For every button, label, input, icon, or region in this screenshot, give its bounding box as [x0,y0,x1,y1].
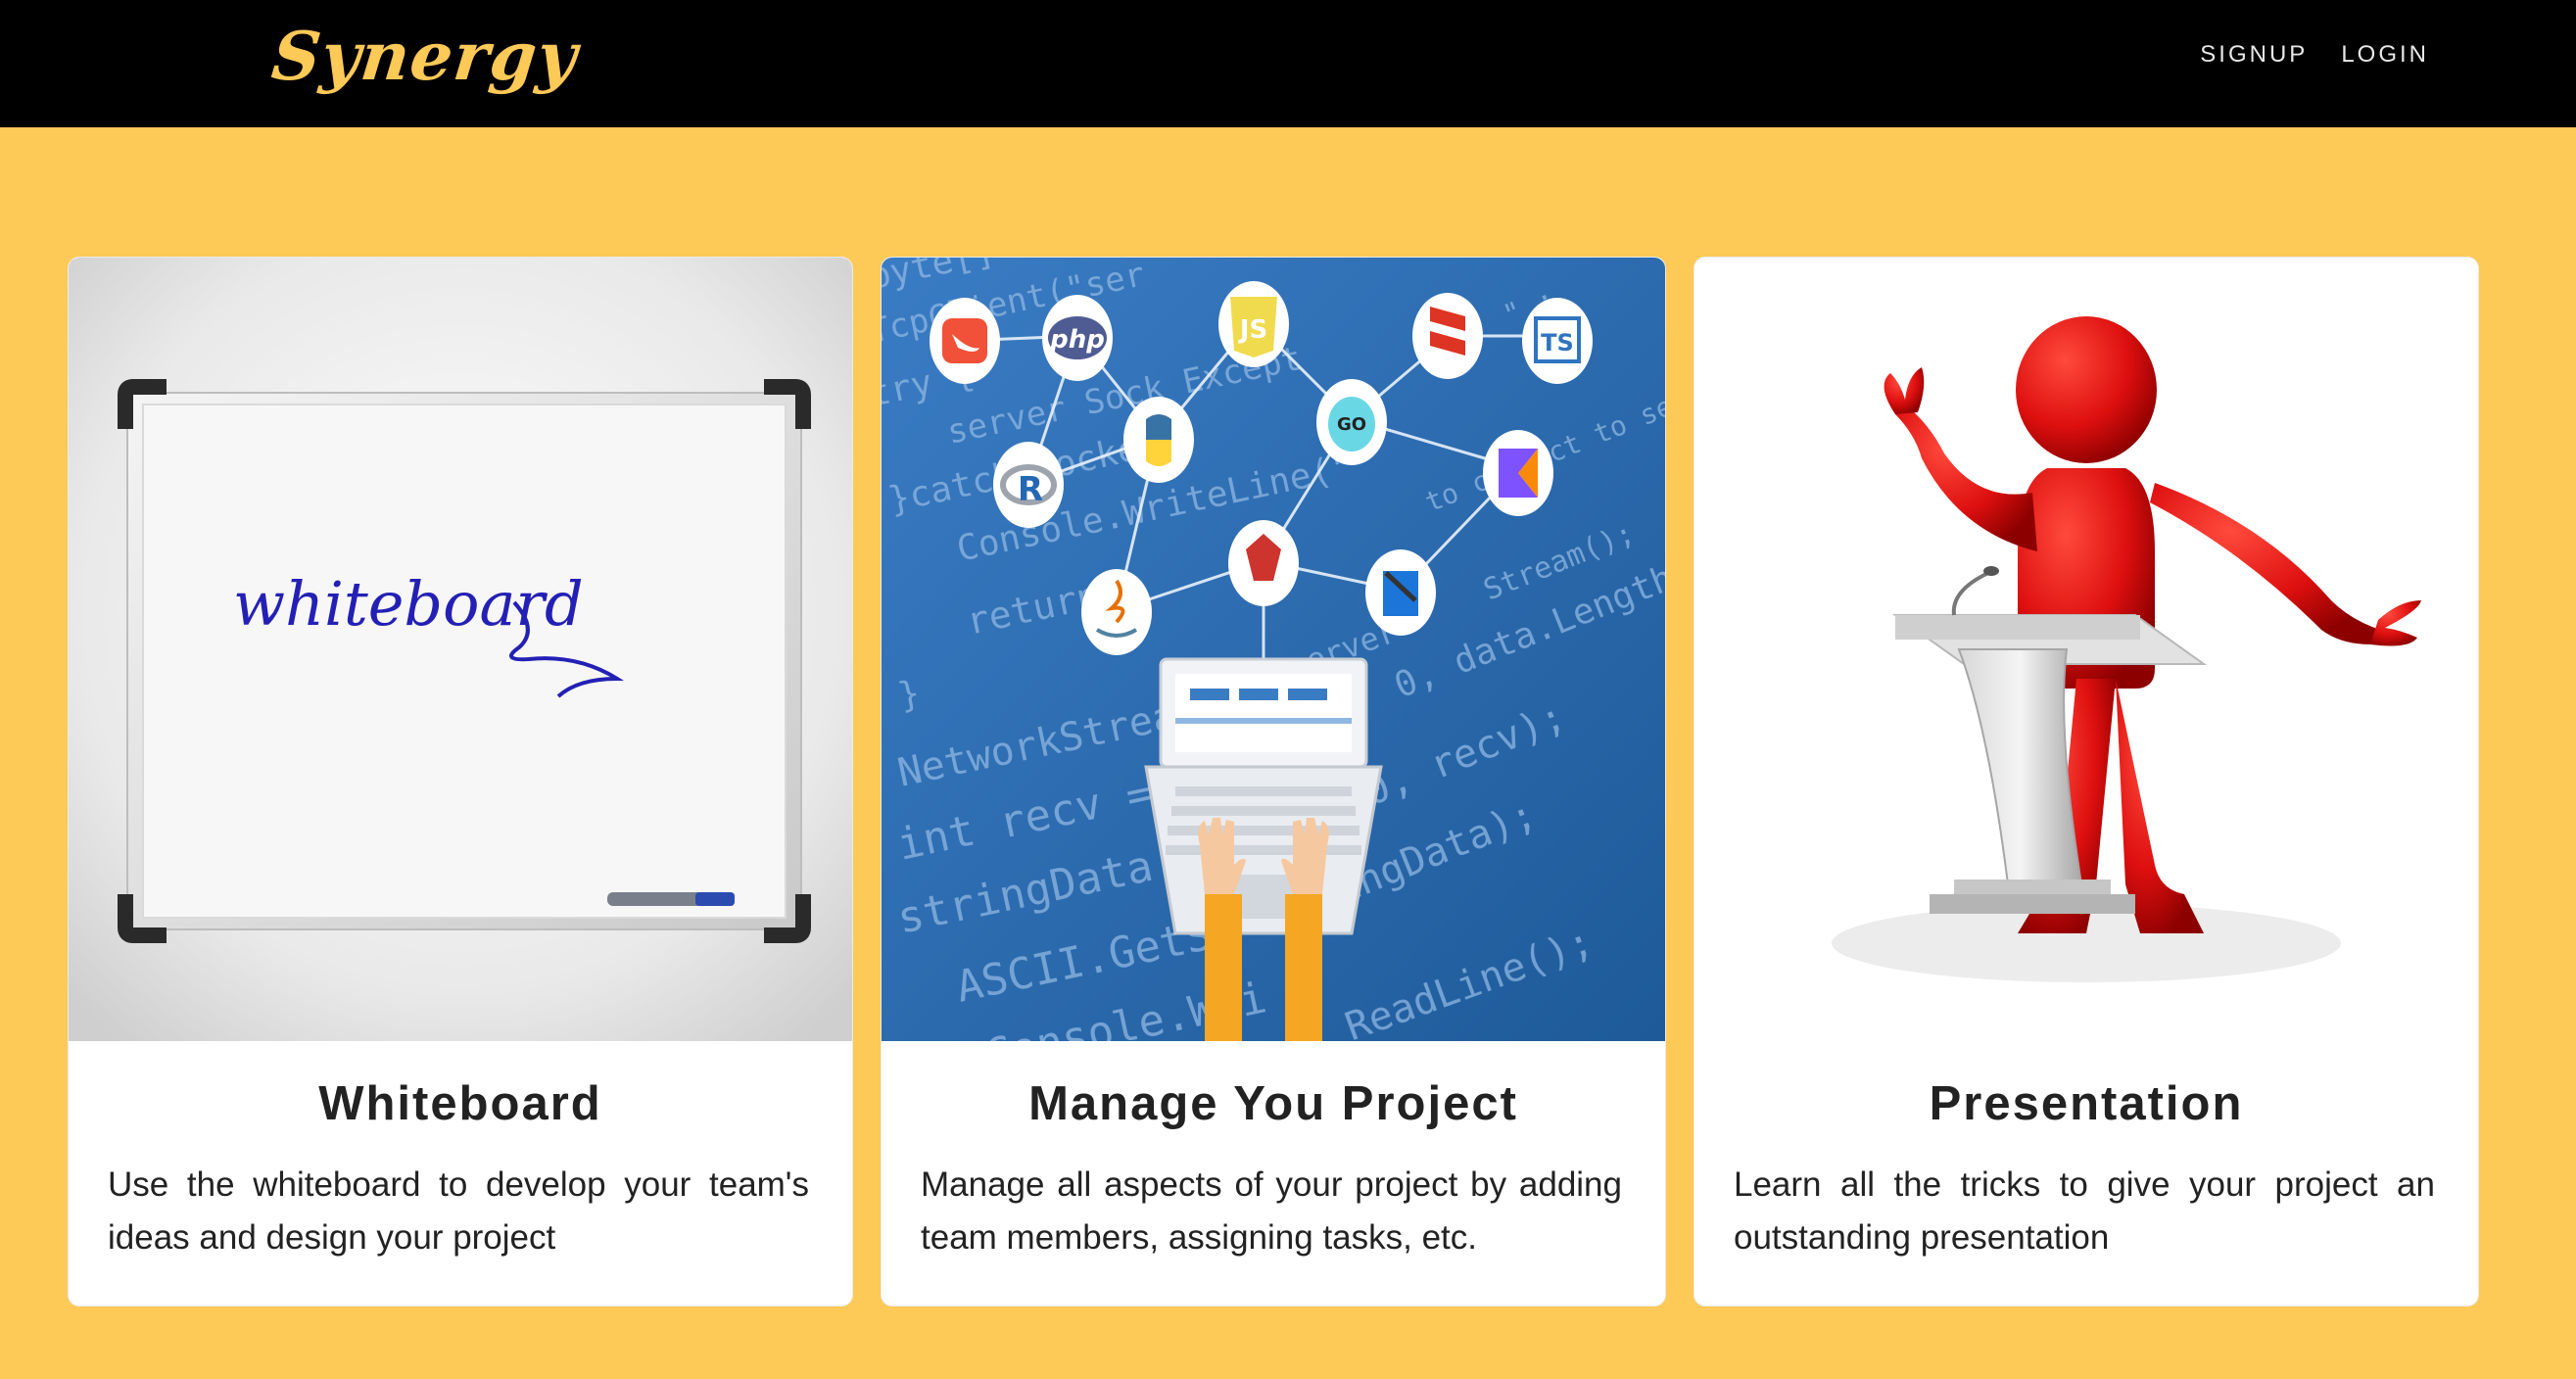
svg-text:TS: TS [1541,329,1574,357]
brand-logo[interactable]: Synergy [268,18,582,96]
presentation-image [1694,258,2478,1041]
svg-text:php: php [1049,325,1105,355]
card-presentation[interactable]: Presentation Learn all the tricks to giv… [1693,257,2479,1307]
navbar: Synergy SIGNUP LOGIN [0,0,2576,127]
nav-links: SIGNUP LOGIN [2200,41,2429,69]
login-link[interactable]: LOGIN [2341,41,2429,69]
card-title: Presentation [1929,1077,2244,1130]
card-whiteboard[interactable]: whiteboard Whiteboard Use the whiteboard… [68,257,853,1307]
card-text: Learn all the tricks to give your projec… [1734,1165,2435,1257]
svg-text:GO: GO [1337,414,1366,435]
svg-text:JS: JS [1238,315,1267,345]
project-management-image: byte[] client server; TcpClient("ser try… [882,258,1665,1041]
svg-text:R: R [1018,470,1043,509]
whiteboard-image: whiteboard [69,258,852,1041]
card-title: Whiteboard [318,1077,602,1130]
card-text: Manage all aspects of your project by ad… [921,1165,1622,1257]
whiteboard-handwriting: whiteboard [233,568,584,640]
card-manage-project[interactable]: byte[] client server; TcpClient("ser try… [881,257,1666,1307]
card-text: Use the whiteboard to develop your team'… [108,1165,809,1257]
card-title: Manage You Project [1028,1077,1518,1130]
signup-link[interactable]: SIGNUP [2200,41,2308,69]
